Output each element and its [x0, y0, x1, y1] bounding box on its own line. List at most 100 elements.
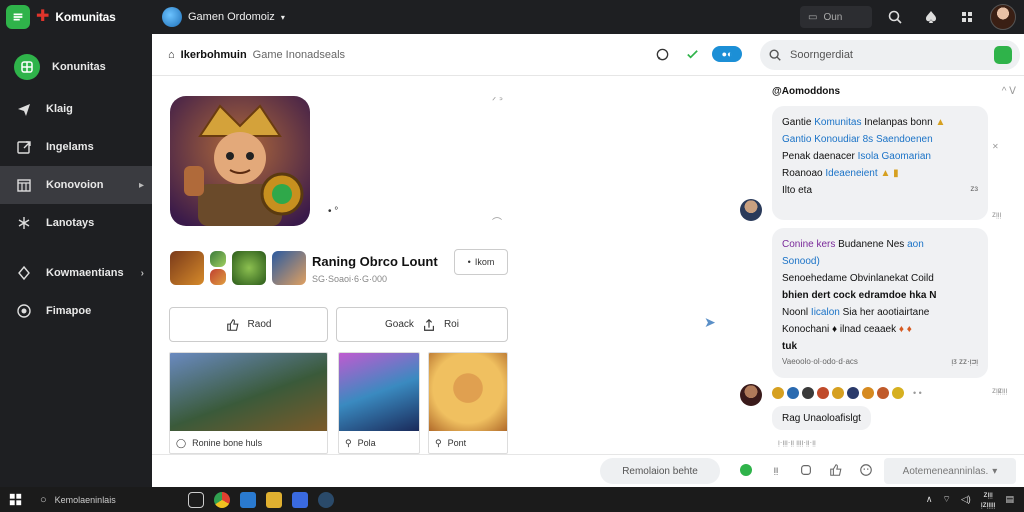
- sidebar-item-label: Lanotays: [46, 217, 95, 229]
- msg-link[interactable]: aon: [907, 239, 924, 250]
- composer-input[interactable]: Remolaion behte: [600, 458, 720, 484]
- sidebar-item-fimapoe[interactable]: Fimapoe: [0, 292, 152, 330]
- thumbnail[interactable]: [210, 251, 226, 267]
- thumbnail[interactable]: [272, 251, 306, 285]
- taskbar-search[interactable]: ○ Kemolaeninlais: [30, 487, 180, 512]
- app-logo-icon: [6, 5, 30, 29]
- search-icon[interactable]: [882, 4, 908, 30]
- game-title: Raning Obrco Lount: [312, 254, 438, 269]
- emoji-icon[interactable]: [817, 387, 829, 399]
- sidebar-item-ingelams[interactable]: Ingelams: [0, 128, 152, 166]
- emoji-icon[interactable]: [787, 387, 799, 399]
- card-caption: Ronine bone huls: [192, 438, 263, 448]
- chrome-icon[interactable]: [214, 491, 230, 508]
- user-avatar[interactable]: [740, 199, 762, 221]
- thumbs-up-icon[interactable]: [826, 460, 846, 480]
- msg-link[interactable]: Iicalon: [811, 307, 840, 318]
- tray-chevron-icon[interactable]: ∧: [926, 494, 933, 505]
- top-search-label: Oun: [823, 11, 843, 23]
- reply-chip[interactable]: Rag Unaoloafislgt: [772, 406, 871, 430]
- msg-time: ᴢᴉᴉᴉ: [992, 210, 1002, 219]
- msg-link[interactable]: Komunitas: [814, 117, 861, 128]
- folder-icon[interactable]: [266, 491, 282, 508]
- thumbnail[interactable]: [170, 251, 204, 285]
- media-card[interactable]: ⚲ Pont: [428, 352, 508, 454]
- sidebar-item-kowmaentians[interactable]: Kowmaentians ›: [0, 254, 152, 292]
- search-go-button[interactable]: [994, 46, 1012, 64]
- emoji-icon[interactable]: [772, 387, 784, 399]
- volume-icon[interactable]: ◁): [961, 494, 971, 505]
- thumbnail[interactable]: [210, 269, 226, 285]
- check-icon[interactable]: [682, 44, 702, 64]
- card-caption: Pont: [447, 438, 467, 448]
- emoji-icon[interactable]: [847, 387, 859, 399]
- chat-app-icon[interactable]: [188, 491, 204, 508]
- sidebar-item-label: Klaig: [46, 103, 73, 115]
- sidebar-item-lanotays[interactable]: Lanotays: [0, 204, 152, 242]
- msg-link[interactable]: Ideaeneient: [825, 168, 877, 179]
- media-card[interactable]: ⚲ Pola: [338, 352, 420, 454]
- plus-icon: ✚: [36, 8, 50, 25]
- follow-button[interactable]: • Ikom: [454, 249, 508, 275]
- clock[interactable]: ᴢᴉᴉᴉ ᴉᴢᴉᴉᴉᴉᴉ: [981, 490, 996, 509]
- msg-text: Senoehedame Obvinlanekat Coild: [782, 273, 934, 284]
- server-selector[interactable]: Gamen Ordomoiz ▾: [162, 7, 285, 27]
- game-subtitle: SG·Soaoi·6·G·000: [312, 274, 388, 284]
- thumbs-up-icon: [226, 318, 239, 331]
- chat-header: @Aomoddons ^ ᐯ: [772, 86, 1016, 97]
- msg-link[interactable]: Sonood): [782, 253, 978, 270]
- thumbnail[interactable]: [232, 251, 266, 285]
- emoji-icon[interactable]: [862, 387, 874, 399]
- reaction-row[interactable]: • •: [772, 387, 922, 399]
- status-toggle[interactable]: ●◐: [712, 46, 742, 62]
- msg-time: ᴢɜ: [970, 184, 978, 193]
- send-button[interactable]: Aotemeneanninlas. ▾: [884, 458, 1016, 484]
- user-avatar[interactable]: [990, 4, 1016, 30]
- msg-time: ᴢᴉᴉᴉ: [998, 386, 1008, 395]
- sidebar-item-klaig[interactable]: Klaig: [0, 90, 152, 128]
- carousel-dots[interactable]: • °: [328, 206, 338, 217]
- os-taskbar: ○ Kemolaeninlais ∧ ⌔ ◁) ᴢᴉᴉᴉ ᴉᴢᴉᴉᴉᴉᴉ ▤: [0, 487, 1024, 512]
- msg-text: Noonl: [782, 307, 809, 318]
- chevron-icon[interactable]: ^ ᐯ: [1002, 86, 1016, 97]
- attach-icon[interactable]: [796, 460, 816, 480]
- sidebar-item-konovoion[interactable]: Konovoion ▸: [0, 166, 152, 204]
- sidebar-item-community[interactable]: Konunitas: [0, 48, 152, 86]
- emoji-icon[interactable]: [892, 387, 904, 399]
- reply-arrow-icon[interactable]: ➤: [704, 314, 716, 331]
- grid-icon[interactable]: [954, 4, 980, 30]
- chat-bubble-icon[interactable]: [652, 44, 672, 64]
- chevron-right-icon: ›: [140, 267, 144, 279]
- calendar-icon: [14, 175, 34, 195]
- emoji-icon[interactable]: [832, 387, 844, 399]
- community-icon: [14, 54, 40, 80]
- store-icon[interactable]: [240, 491, 256, 508]
- notification-icon[interactable]: ▤: [1005, 494, 1014, 505]
- game-cover-art[interactable]: [170, 96, 310, 226]
- share-label-a: Goack: [385, 319, 414, 330]
- breadcrumb-section[interactable]: Game Inonadseals: [253, 49, 345, 61]
- status-dot-icon[interactable]: [736, 460, 756, 480]
- msg-text: Penak daenacer: [782, 151, 855, 162]
- user-avatar[interactable]: [740, 384, 762, 406]
- spade-icon[interactable]: [918, 4, 944, 30]
- like-button[interactable]: Raod: [169, 307, 328, 342]
- emoji-icon[interactable]: [802, 387, 814, 399]
- media-card[interactable]: ◯ Ronine bone huls: [169, 352, 328, 454]
- network-icon[interactable]: ⌔: [942, 494, 950, 505]
- windows-start-icon[interactable]: [0, 493, 30, 506]
- main-search-bar[interactable]: Soorngerdiat: [760, 40, 1020, 70]
- emoji-icon[interactable]: [877, 387, 889, 399]
- steam-icon[interactable]: [318, 491, 334, 508]
- share-button[interactable]: Goack Roi: [336, 307, 508, 342]
- msg-link[interactable]: Isola Gaomarian: [858, 151, 931, 162]
- top-search-button[interactable]: ▭ Oun: [800, 6, 872, 28]
- breadcrumb-current[interactable]: Ikerbohmuin: [181, 49, 247, 61]
- brand-logo[interactable]: ✚ Komunitas: [0, 0, 152, 34]
- pin-icon: ⚲: [345, 437, 352, 448]
- emoji-icon[interactable]: [856, 460, 876, 480]
- screen-icon: ▭: [808, 11, 818, 23]
- more-icon[interactable]: • •: [913, 388, 922, 398]
- app-icon[interactable]: [292, 491, 308, 508]
- msg-link[interactable]: Gantio Konoudiar 8s Saendoenen: [782, 131, 978, 148]
